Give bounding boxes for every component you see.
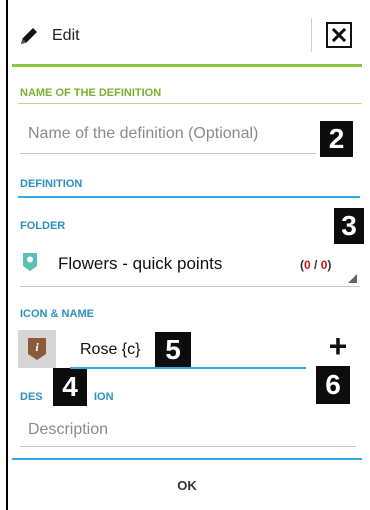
close-icon (332, 28, 346, 42)
edit-header: Edit (12, 14, 362, 58)
header-accent-line (12, 64, 362, 67)
footer-divider (12, 458, 362, 460)
folder-label: FOLDER (20, 220, 66, 232)
info-marker-icon: i (28, 338, 46, 360)
add-button[interactable]: + (320, 328, 356, 364)
header-divider (311, 18, 312, 52)
pencil-icon (21, 28, 37, 44)
description-underline (20, 446, 356, 447)
folder-marker-icon (23, 253, 37, 271)
dropdown-corner-icon (348, 274, 357, 283)
name-section-label: NAME OF THE DEFINITION (20, 87, 162, 99)
folder-value: Flowers - quick points (58, 254, 223, 273)
count-separator: / (310, 258, 321, 272)
name-section-underline (18, 103, 362, 104)
entry-name-underline (70, 367, 306, 369)
entry-name-input[interactable]: Rose {c} (80, 341, 140, 359)
icon-name-label: ICON & NAME (20, 308, 94, 320)
callout-badge-2: 2 (320, 121, 353, 157)
count-current: 0 (304, 258, 311, 272)
callout-badge-5: 5 (155, 332, 191, 368)
folder-dropdown[interactable]: Flowers - quick points (0 / 0) (18, 246, 360, 286)
callout-badge-4: 4 (53, 368, 87, 406)
description-label-start: DES (20, 391, 43, 403)
window-border (6, 0, 8, 510)
callout-badge-3: 3 (334, 208, 364, 244)
close-button[interactable] (326, 22, 352, 48)
definition-name-input[interactable]: Name of the definition (Optional) (28, 125, 258, 143)
definition-name-input-underline (20, 153, 316, 154)
count-close: ) (327, 258, 332, 272)
folder-count: (0 / 0) (300, 258, 331, 272)
description-input[interactable]: Description (28, 421, 108, 439)
plus-icon: + (328, 328, 348, 364)
callout-badge-6: 6 (316, 366, 350, 404)
folder-underline (20, 286, 360, 287)
definition-section-underline (18, 196, 360, 198)
description-label-end: ION (94, 391, 114, 403)
icon-picker-button[interactable]: i (18, 330, 56, 368)
ok-button[interactable]: OK (12, 466, 362, 504)
dialog-title: Edit (52, 27, 80, 44)
definition-section-label: DEFINITION (20, 178, 83, 190)
